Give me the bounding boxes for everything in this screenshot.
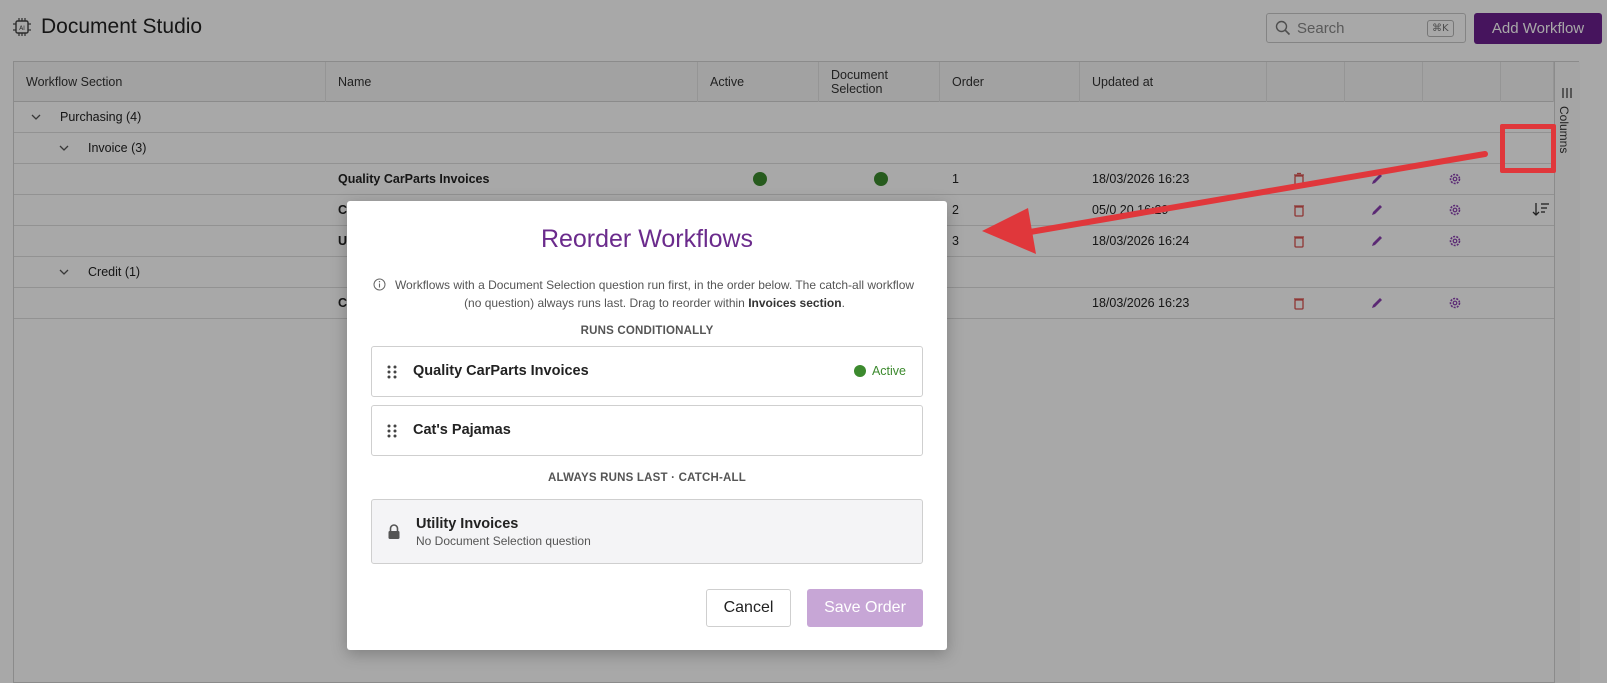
drag-handle-icon[interactable]: [386, 424, 398, 438]
active-dot-icon: [853, 365, 866, 377]
status-badge-label: Active: [871, 364, 906, 378]
draggable-workflow-item[interactable]: Quality CarParts Invoices Active: [371, 346, 923, 397]
catchall-workflow-subtitle: No Document Selection question: [416, 534, 591, 548]
reorder-workflows-dialog: Reorder Workflows Workflows with a Docum…: [347, 201, 947, 650]
lock-icon: [388, 524, 400, 539]
status-badge: Active: [853, 364, 906, 378]
info-text-section-name: Invoices section: [748, 296, 842, 310]
workflow-item-name: Cat's Pajamas: [413, 422, 511, 438]
cancel-button[interactable]: Cancel: [706, 589, 791, 627]
section-label-catchall: ALWAYS RUNS LAST · CATCH-ALL: [548, 472, 746, 484]
catchall-workflow-item: Utility Invoices No Document Selection q…: [371, 499, 923, 564]
drag-handle-icon[interactable]: [386, 365, 398, 379]
workflow-item-name: Quality CarParts Invoices: [413, 363, 589, 379]
dialog-title: Reorder Workflows: [540, 225, 754, 253]
catchall-workflow-name: Utility Invoices: [416, 516, 519, 532]
section-label-conditional: RUNS CONDITIONALLY: [580, 325, 714, 337]
draggable-workflow-item[interactable]: Cat's Pajamas: [371, 405, 923, 456]
info-text-part-2: .: [841, 296, 845, 310]
info-icon: [373, 278, 386, 291]
dialog-info-text: Workflows with a Document Selection ques…: [387, 276, 922, 312]
save-order-button[interactable]: Save Order: [807, 589, 923, 627]
